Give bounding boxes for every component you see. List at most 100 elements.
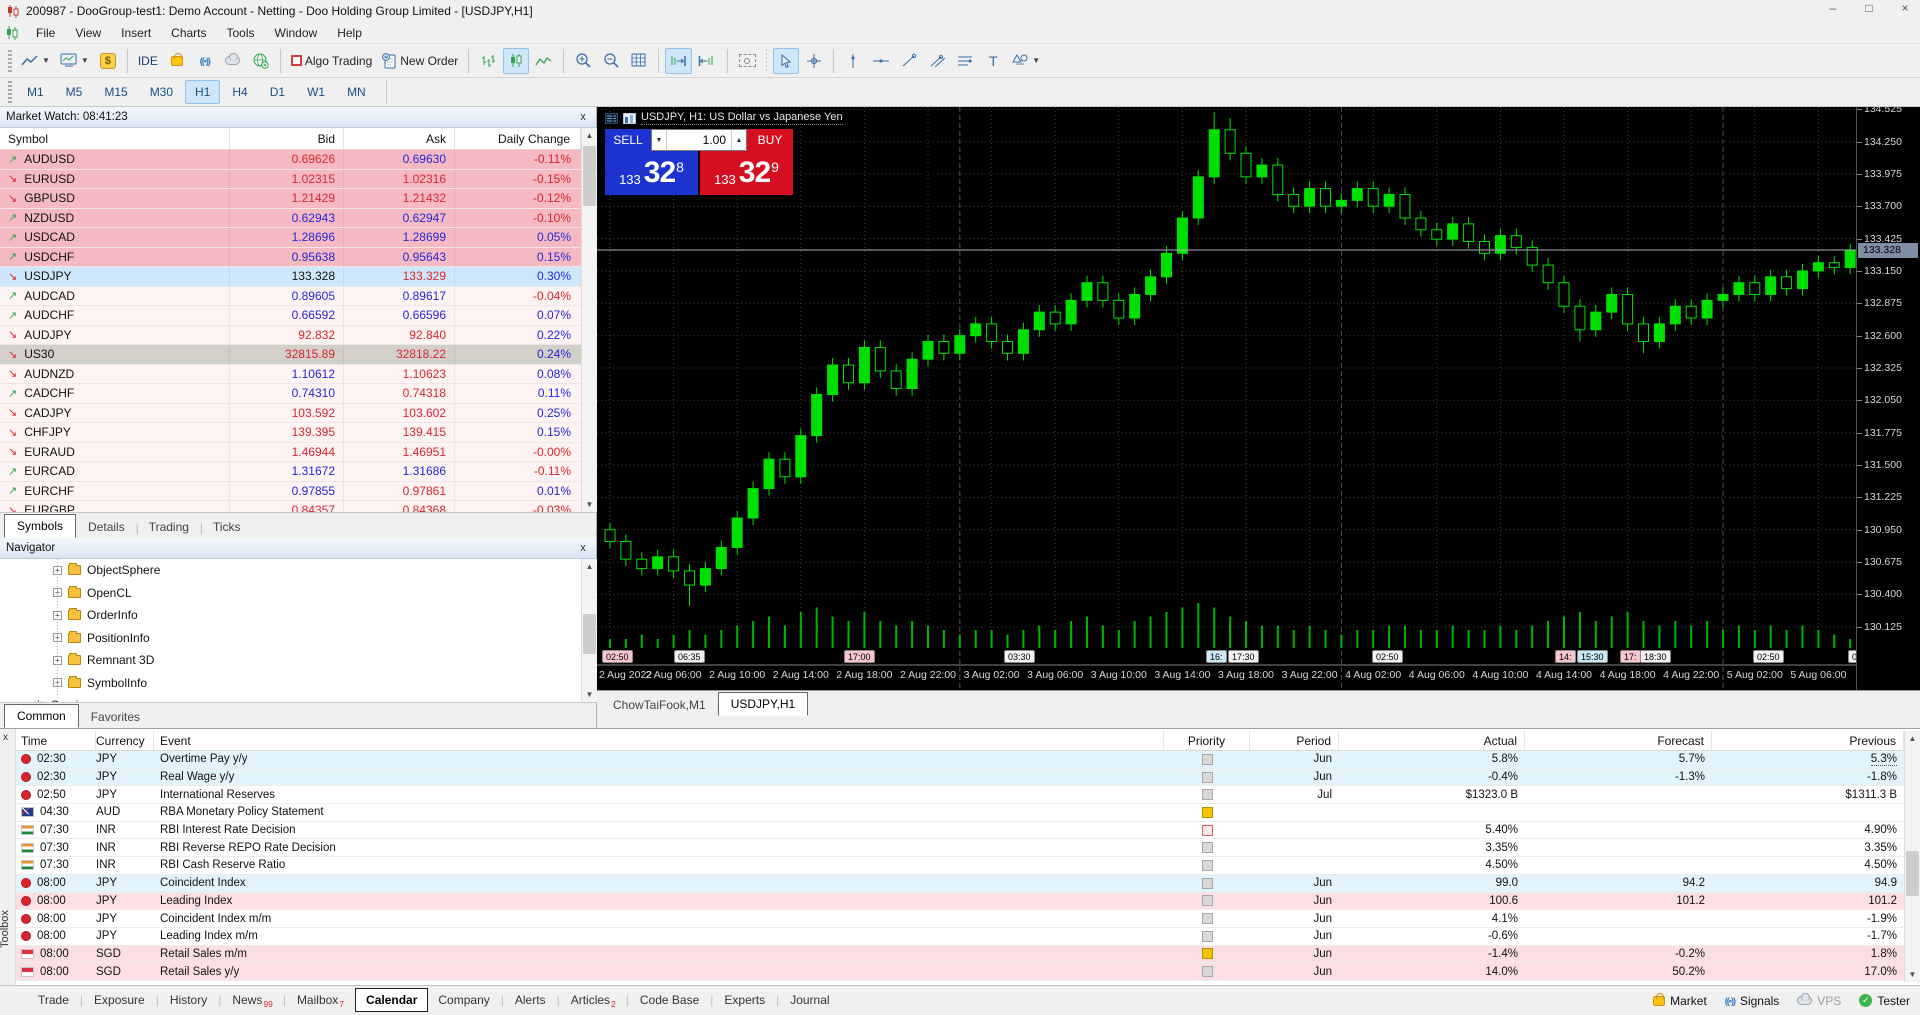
sell-button[interactable]: SELL <box>605 129 651 151</box>
column-header-period[interactable]: Period <box>1250 731 1339 750</box>
chart-window[interactable]: USDJPY, H1: US Dollar vs Japanese Yen SE… <box>597 107 1920 690</box>
table-row[interactable]: ↘AUDJPY92.83292.8400.22% <box>0 326 581 346</box>
buy-button[interactable]: BUY <box>747 129 793 151</box>
calendar-row[interactable]: 08:00JPYLeading IndexJun100.6101.2101.2 <box>16 893 1904 911</box>
buy-price[interactable]: 133329 <box>700 151 793 195</box>
table-row[interactable]: ↗EURCAD1.316721.31686-0.11% <box>0 462 581 482</box>
tab-favorites[interactable]: Favorites <box>79 706 152 728</box>
chart-shift-button[interactable] <box>694 48 721 74</box>
vps-button[interactable] <box>220 48 246 74</box>
bottom-tab-alerts[interactable]: Alerts <box>505 989 556 1011</box>
bottom-tab-journal[interactable]: Journal <box>780 989 839 1011</box>
algo-trading-button[interactable]: Algo Trading <box>287 48 376 74</box>
timeframe-m30[interactable]: M30 <box>140 80 183 104</box>
calendar-row[interactable]: 04:30AUDRBA Monetary Policy Statement <box>16 804 1904 822</box>
timeframe-m5[interactable]: M5 <box>56 80 93 104</box>
signals-button[interactable]: ((•)) <box>192 48 218 74</box>
calendar-scrollbar[interactable]: ▲ ▼ <box>1904 731 1920 982</box>
menu-item-charts[interactable]: Charts <box>161 23 216 43</box>
event-flag[interactable]: 18:30 <box>1640 650 1671 663</box>
table-row[interactable]: ↗AUDCAD0.896050.89617-0.04% <box>0 287 581 307</box>
event-flag[interactable]: 17:30 <box>1228 650 1259 663</box>
tree-item-services[interactable]: Services <box>0 694 581 702</box>
calendar-row[interactable]: 08:00SGDRetail Sales y/yJun14.0%50.2%17.… <box>16 963 1904 981</box>
menu-item-view[interactable]: View <box>65 23 111 43</box>
minimize-button[interactable]: – <box>1822 1 1844 15</box>
scroll-down-icon[interactable]: ▼ <box>582 687 597 702</box>
event-flag[interactable]: 17: <box>1620 650 1641 663</box>
calendar-row[interactable]: 02:50JPYInternational ReservesJul$1323.0… <box>16 786 1904 804</box>
column-header-symbol[interactable]: Symbol <box>0 128 230 149</box>
menu-item-tools[interactable]: Tools <box>217 23 265 43</box>
line-chart-button[interactable] <box>531 48 557 74</box>
volume-increase-icon[interactable]: ▲ <box>731 130 746 150</box>
scroll-up-icon[interactable]: ▲ <box>582 559 597 574</box>
ide-button[interactable]: IDE <box>134 48 162 74</box>
vertical-line-tool-button[interactable] <box>840 48 866 74</box>
calendar-row[interactable]: 02:30JPYOvertime Pay y/yJun5.8%5.7%5.3% <box>16 751 1904 769</box>
event-flag[interactable]: 02:50 <box>602 650 633 663</box>
maximize-button[interactable]: □ <box>1858 1 1880 15</box>
crosshair-tool-button[interactable] <box>801 48 827 74</box>
table-row[interactable]: ↘EURAUD1.469441.46951-0.00% <box>0 443 581 463</box>
toolbar-drag-handle[interactable] <box>8 50 12 72</box>
timeframe-h1[interactable]: H1 <box>185 80 220 104</box>
table-row[interactable]: ↘EURGBP0.843570.84368-0.03% <box>0 501 581 512</box>
scrollbar-thumb[interactable] <box>583 614 596 654</box>
table-row[interactable]: ↗AUDUSD0.696260.69630-0.11% <box>0 150 581 170</box>
trendline-tool-button[interactable] <box>896 48 922 74</box>
chart-tab-usdjpy-h1[interactable]: USDJPY,H1 <box>718 692 808 716</box>
calendar-row[interactable]: 08:00JPYCoincident IndexJun99.094.294.9 <box>16 875 1904 893</box>
bottom-tab-history[interactable]: History <box>160 989 217 1011</box>
calendar-row[interactable]: 02:30JPYReal Wage y/yJun-0.4%-1.3%-1.8% <box>16 769 1904 787</box>
event-flag[interactable]: 02:50 <box>1372 650 1403 663</box>
event-flag[interactable]: 17:00 <box>844 650 875 663</box>
event-flag[interactable]: 03:30 <box>1004 650 1035 663</box>
tree-item-opencl[interactable]: +OpenCL <box>0 582 581 605</box>
tree-item-symbolinfo[interactable]: +SymbolInfo <box>0 672 581 695</box>
calendar-row[interactable]: 08:00JPYCoincident Index m/mJun4.1%-1.9% <box>16 910 1904 928</box>
table-row[interactable]: ↘AUDNZD1.106121.106230.08% <box>0 365 581 385</box>
new-order-button[interactable]: New Order <box>378 48 462 74</box>
bottom-tab-company[interactable]: Company <box>428 989 499 1011</box>
column-header-daily-change[interactable]: Daily Change <box>455 128 581 149</box>
tab-symbols[interactable]: Symbols <box>4 514 76 538</box>
tab-trading[interactable]: Trading| <box>137 516 201 538</box>
status-tester[interactable]: ✓Tester <box>1859 994 1910 1008</box>
event-flag[interactable]: 14: <box>1555 650 1576 663</box>
menu-item-window[interactable]: Window <box>265 23 328 43</box>
scrollbar-thumb[interactable] <box>1906 851 1919 896</box>
shapes-dropdown[interactable]: ▼ <box>1008 48 1044 74</box>
chart-tab-chowtaifook-m1[interactable]: ChowTaiFook,M1| <box>601 694 718 716</box>
bottom-tab-news[interactable]: News99 <box>222 989 281 1011</box>
timeframe-m15[interactable]: M15 <box>94 80 137 104</box>
chart-type-dropdown[interactable]: ▼ <box>17 48 54 74</box>
menu-item-help[interactable]: Help <box>327 23 372 43</box>
volume-decrease-icon[interactable]: ▼ <box>652 130 667 150</box>
event-flag[interactable]: 06:35 <box>674 650 705 663</box>
chart-profile-dropdown[interactable]: ▼ <box>56 48 93 74</box>
scroll-up-icon[interactable]: ▲ <box>582 128 597 143</box>
bars-chart-button[interactable] <box>475 48 501 74</box>
calendar-row[interactable]: 07:30INRRBI Cash Reserve Ratio4.50%4.50% <box>16 857 1904 875</box>
column-header-event[interactable]: Event <box>154 731 1164 750</box>
timeframe-d1[interactable]: D1 <box>260 80 295 104</box>
bottom-tab-mailbox[interactable]: Mailbox7 <box>287 989 353 1011</box>
status-vps[interactable]: VPS <box>1797 994 1841 1008</box>
table-row[interactable]: ↘EURUSD1.023151.02316-0.15% <box>0 170 581 190</box>
calendar-row[interactable]: 07:30INRRBI Reverse REPO Rate Decision3.… <box>16 839 1904 857</box>
scroll-up-icon[interactable]: ▲ <box>1905 731 1920 746</box>
column-header-priority[interactable]: Priority <box>1164 731 1250 750</box>
bottom-tab-articles[interactable]: Articles2 <box>561 989 625 1011</box>
grid-button[interactable] <box>626 48 652 74</box>
horizontal-line-tool-button[interactable] <box>868 48 894 74</box>
timeframe-w1[interactable]: W1 <box>297 80 335 104</box>
bottom-tab-experts[interactable]: Experts <box>714 989 775 1011</box>
calendar-row[interactable]: 08:00SGDRetail Sales m/mJun-1.4%-0.2%1.8… <box>16 946 1904 964</box>
table-row[interactable]: ↗AUDCHF0.665920.665960.07% <box>0 306 581 326</box>
timeframe-drag-handle[interactable] <box>8 81 12 103</box>
bottom-tab-trade[interactable]: Trade <box>28 989 79 1011</box>
deposit-button[interactable]: $ <box>95 48 121 74</box>
tree-item-positioninfo[interactable]: +PositionInfo <box>0 627 581 650</box>
tree-item-orderinfo[interactable]: +OrderInfo <box>0 604 581 627</box>
